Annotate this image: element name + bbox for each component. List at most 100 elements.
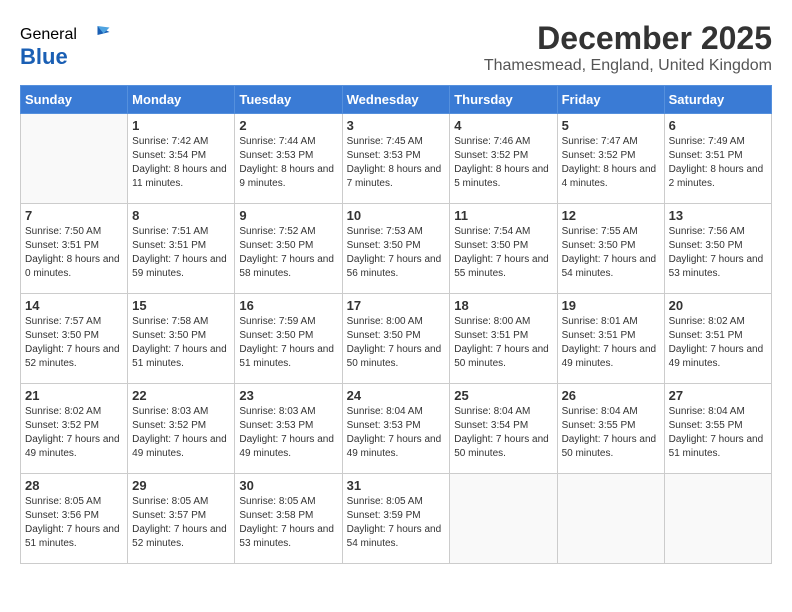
page-header: General Blue December 2025 Thamesmead, E… <box>20 20 772 75</box>
day-info: Sunrise: 7:57 AMSunset: 3:50 PMDaylight:… <box>25 315 123 371</box>
day-info: Sunrise: 7:46 AMSunset: 3:52 PMDaylight:… <box>454 135 552 191</box>
calendar-week-5: 28 Sunrise: 8:05 AMSunset: 3:56 PMDayligh… <box>21 474 772 564</box>
calendar-day: 27 Sunrise: 8:04 AMSunset: 3:55 PMDayligh… <box>664 384 771 474</box>
calendar-header-row: SundayMondayTuesdayWednesdayThursdayFrid… <box>21 86 772 114</box>
calendar-day: 1Sunrise: 7:42 AMSunset: 3:54 PMDaylight… <box>128 114 235 204</box>
day-number: 14 <box>25 298 123 313</box>
day-info: Sunrise: 8:00 AMSunset: 3:50 PMDaylight:… <box>347 315 446 371</box>
day-info: Sunrise: 8:04 AMSunset: 3:55 PMDaylight:… <box>562 405 660 461</box>
calendar-day: 22Sunrise: 8:03 AMSunset: 3:52 PMDayligh… <box>128 384 235 474</box>
logo-bird-icon <box>81 20 111 50</box>
weekday-header-thursday: Thursday <box>450 86 557 114</box>
calendar-day: 16 Sunrise: 7:59 AMSunset: 3:50 PMDayligh… <box>235 294 342 384</box>
day-info: Sunrise: 7:51 AMSunset: 3:51 PMDaylight:… <box>132 225 230 281</box>
calendar-table: SundayMondayTuesdayWednesdayThursdayFrid… <box>20 85 772 564</box>
day-number: 23 <box>239 388 337 403</box>
day-info: Sunrise: 8:05 AMSunset: 3:57 PMDaylight:… <box>132 495 230 551</box>
day-number: 5 <box>562 118 660 133</box>
day-number: 11 <box>454 208 552 223</box>
location-subtitle: Thamesmead, England, United Kingdom <box>484 57 772 75</box>
day-info: Sunrise: 7:44 AMSunset: 3:53 PMDaylight:… <box>239 135 337 191</box>
day-number: 16 <box>239 298 337 313</box>
calendar-day: 12Sunrise: 7:55 AMSunset: 3:50 PMDayligh… <box>557 204 664 294</box>
calendar-day: 25 Sunrise: 8:04 AMSunset: 3:54 PMDayligh… <box>450 384 557 474</box>
logo-general: General <box>20 26 77 44</box>
day-info: Sunrise: 8:02 AMSunset: 3:52 PMDaylight:… <box>25 405 123 461</box>
calendar-day: 4 Sunrise: 7:46 AMSunset: 3:52 PMDaylight… <box>450 114 557 204</box>
calendar-day: 10Sunrise: 7:53 AMSunset: 3:50 PMDayligh… <box>342 204 450 294</box>
day-number: 27 <box>669 388 767 403</box>
weekday-header-tuesday: Tuesday <box>235 86 342 114</box>
day-info: Sunrise: 8:04 AMSunset: 3:53 PMDaylight:… <box>347 405 446 461</box>
day-number: 10 <box>347 208 446 223</box>
calendar-week-2: 7 Sunrise: 7:50 AMSunset: 3:51 PMDaylight… <box>21 204 772 294</box>
day-info: Sunrise: 7:50 AMSunset: 3:51 PMDaylight:… <box>25 225 123 281</box>
day-number: 6 <box>669 118 767 133</box>
calendar-day: 2 Sunrise: 7:44 AMSunset: 3:53 PMDaylight… <box>235 114 342 204</box>
day-info: Sunrise: 8:03 AMSunset: 3:52 PMDaylight:… <box>132 405 230 461</box>
day-number: 18 <box>454 298 552 313</box>
calendar-day: 26 Sunrise: 8:04 AMSunset: 3:55 PMDayligh… <box>557 384 664 474</box>
day-info: Sunrise: 8:01 AMSunset: 3:51 PMDaylight:… <box>562 315 660 371</box>
day-info: Sunrise: 8:05 AMSunset: 3:58 PMDaylight:… <box>239 495 337 551</box>
day-number: 1 <box>132 118 230 133</box>
calendar-day <box>664 474 771 564</box>
calendar-week-4: 21Sunrise: 8:02 AMSunset: 3:52 PMDayligh… <box>21 384 772 474</box>
day-number: 7 <box>25 208 123 223</box>
day-number: 28 <box>25 478 123 493</box>
calendar-day: 13 Sunrise: 7:56 AMSunset: 3:50 PMDayligh… <box>664 204 771 294</box>
calendar-day: 17 Sunrise: 8:00 AMSunset: 3:50 PMDayligh… <box>342 294 450 384</box>
day-number: 24 <box>347 388 446 403</box>
weekday-header-wednesday: Wednesday <box>342 86 450 114</box>
calendar-day: 9 Sunrise: 7:52 AMSunset: 3:50 PMDaylight… <box>235 204 342 294</box>
day-number: 19 <box>562 298 660 313</box>
logo-blue: Blue <box>20 44 68 70</box>
day-number: 2 <box>239 118 337 133</box>
weekday-header-monday: Monday <box>128 86 235 114</box>
day-info: Sunrise: 7:56 AMSunset: 3:50 PMDaylight:… <box>669 225 767 281</box>
day-number: 15 <box>132 298 230 313</box>
day-number: 4 <box>454 118 552 133</box>
calendar-day: 14 Sunrise: 7:57 AMSunset: 3:50 PMDayligh… <box>21 294 128 384</box>
day-info: Sunrise: 8:05 AMSunset: 3:56 PMDaylight:… <box>25 495 123 551</box>
month-year-title: December 2025 <box>484 20 772 57</box>
calendar-day: 3Sunrise: 7:45 AMSunset: 3:53 PMDaylight… <box>342 114 450 204</box>
logo: General Blue <box>20 20 111 70</box>
day-info: Sunrise: 7:58 AMSunset: 3:50 PMDaylight:… <box>132 315 230 371</box>
day-number: 17 <box>347 298 446 313</box>
day-info: Sunrise: 7:47 AMSunset: 3:52 PMDaylight:… <box>562 135 660 191</box>
weekday-header-sunday: Sunday <box>21 86 128 114</box>
calendar-day: 24 Sunrise: 8:04 AMSunset: 3:53 PMDayligh… <box>342 384 450 474</box>
title-section: December 2025 Thamesmead, England, Unite… <box>484 20 772 75</box>
day-info: Sunrise: 7:55 AMSunset: 3:50 PMDaylight:… <box>562 225 660 281</box>
day-number: 26 <box>562 388 660 403</box>
day-number: 29 <box>132 478 230 493</box>
day-info: Sunrise: 8:00 AMSunset: 3:51 PMDaylight:… <box>454 315 552 371</box>
calendar-day: 6Sunrise: 7:49 AMSunset: 3:51 PMDaylight… <box>664 114 771 204</box>
day-info: Sunrise: 8:03 AMSunset: 3:53 PMDaylight:… <box>239 405 337 461</box>
calendar-day: 15 Sunrise: 7:58 AMSunset: 3:50 PMDayligh… <box>128 294 235 384</box>
calendar-day: 29 Sunrise: 8:05 AMSunset: 3:57 PMDayligh… <box>128 474 235 564</box>
day-info: Sunrise: 8:04 AMSunset: 3:55 PMDaylight:… <box>669 405 767 461</box>
day-info: Sunrise: 8:05 AMSunset: 3:59 PMDaylight:… <box>347 495 446 551</box>
weekday-header-saturday: Saturday <box>664 86 771 114</box>
day-number: 9 <box>239 208 337 223</box>
day-info: Sunrise: 7:54 AMSunset: 3:50 PMDaylight:… <box>454 225 552 281</box>
day-info: Sunrise: 7:45 AMSunset: 3:53 PMDaylight:… <box>347 135 446 191</box>
calendar-day: 28 Sunrise: 8:05 AMSunset: 3:56 PMDayligh… <box>21 474 128 564</box>
calendar-day: 7 Sunrise: 7:50 AMSunset: 3:51 PMDaylight… <box>21 204 128 294</box>
day-number: 13 <box>669 208 767 223</box>
day-info: Sunrise: 8:04 AMSunset: 3:54 PMDaylight:… <box>454 405 552 461</box>
weekday-header-friday: Friday <box>557 86 664 114</box>
day-info: Sunrise: 7:52 AMSunset: 3:50 PMDaylight:… <box>239 225 337 281</box>
calendar-day: 31Sunrise: 8:05 AMSunset: 3:59 PMDayligh… <box>342 474 450 564</box>
calendar-day: 11 Sunrise: 7:54 AMSunset: 3:50 PMDayligh… <box>450 204 557 294</box>
calendar-day: 21Sunrise: 8:02 AMSunset: 3:52 PMDayligh… <box>21 384 128 474</box>
day-number: 25 <box>454 388 552 403</box>
calendar-day: 23 Sunrise: 8:03 AMSunset: 3:53 PMDayligh… <box>235 384 342 474</box>
day-number: 8 <box>132 208 230 223</box>
calendar-day: 8 Sunrise: 7:51 AMSunset: 3:51 PMDaylight… <box>128 204 235 294</box>
day-info: Sunrise: 7:59 AMSunset: 3:50 PMDaylight:… <box>239 315 337 371</box>
calendar-week-1: 1Sunrise: 7:42 AMSunset: 3:54 PMDaylight… <box>21 114 772 204</box>
calendar-day: 5 Sunrise: 7:47 AMSunset: 3:52 PMDaylight… <box>557 114 664 204</box>
